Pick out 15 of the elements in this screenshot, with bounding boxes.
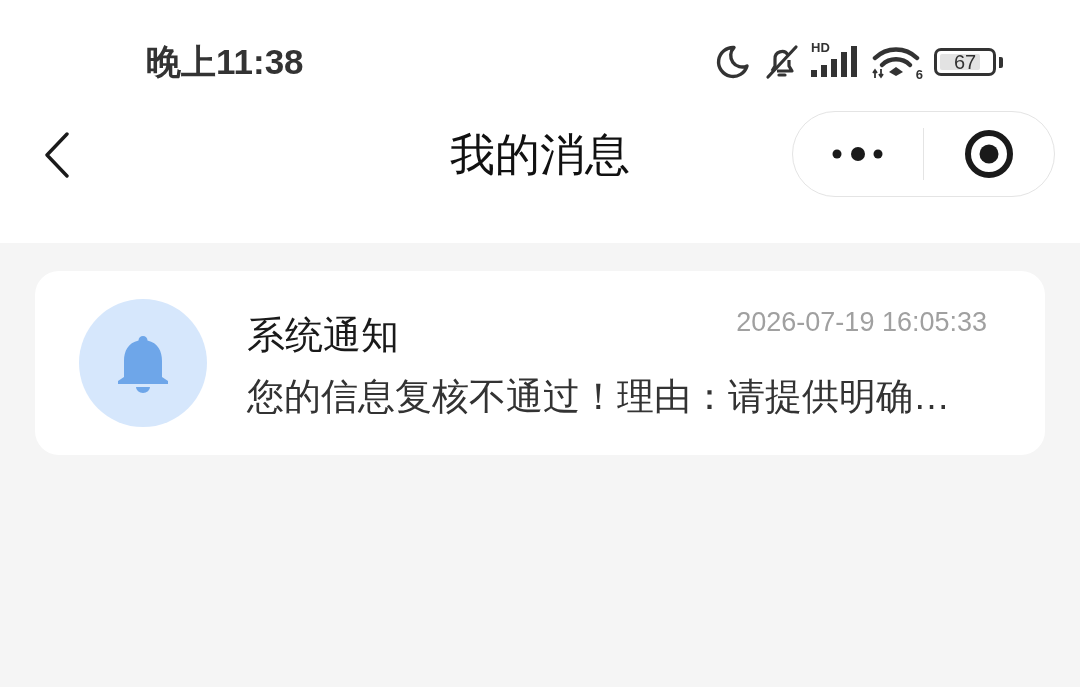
- more-icon: [831, 145, 884, 163]
- back-icon: [44, 132, 70, 178]
- page-title: 我的消息: [450, 128, 630, 182]
- battery-percent: 67: [953, 52, 977, 72]
- bell-icon: [79, 299, 207, 427]
- bell-off-icon: [764, 44, 800, 80]
- network-type-label: HD: [811, 41, 830, 54]
- message-title: 系统通知: [247, 313, 399, 358]
- moon-icon: [714, 44, 750, 80]
- target-icon: [964, 129, 1015, 179]
- status-time: 晚上11:38: [146, 41, 304, 83]
- message-preview: 您的信息复核不通过！理由：请提供明确…: [247, 375, 950, 419]
- wifi-standard-label: 6: [915, 68, 923, 81]
- message-card[interactable]: 系统通知 2026-07-19 16:05:33 您的信息复核不通过！理由：请提供明确…: [35, 271, 1045, 455]
- message-time: 2026-07-19 16:05:33: [736, 306, 987, 339]
